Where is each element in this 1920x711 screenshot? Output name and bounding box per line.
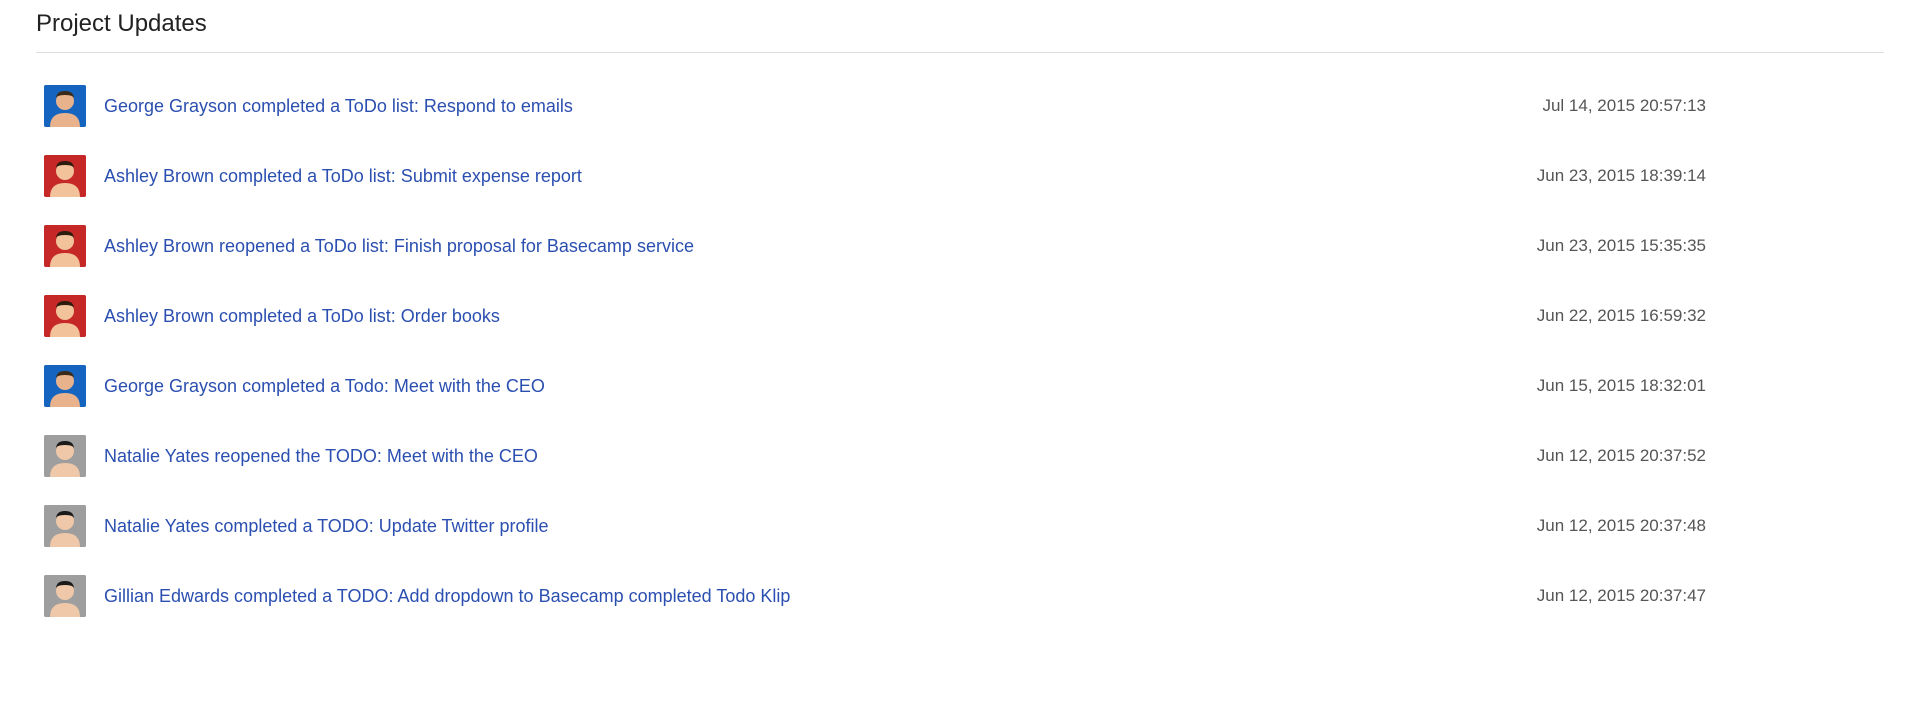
update-row: Ashley Brown reopened a ToDo list: Finis… bbox=[44, 211, 1876, 281]
update-timestamp: Jun 23, 2015 15:35:35 bbox=[1537, 236, 1706, 256]
avatar bbox=[44, 295, 86, 337]
widget-title: Project Updates bbox=[36, 10, 1884, 44]
avatar bbox=[44, 505, 86, 547]
update-summary-link[interactable]: Gillian Edwards completed a TODO: Add dr… bbox=[104, 586, 1513, 607]
update-summary-link[interactable]: Ashley Brown completed a ToDo list: Orde… bbox=[104, 306, 1513, 327]
update-list: George Grayson completed a ToDo list: Re… bbox=[36, 71, 1884, 631]
update-summary-link[interactable]: Natalie Yates reopened the TODO: Meet wi… bbox=[104, 446, 1513, 467]
update-timestamp: Jun 15, 2015 18:32:01 bbox=[1537, 376, 1706, 396]
update-summary-link[interactable]: Natalie Yates completed a TODO: Update T… bbox=[104, 516, 1513, 537]
update-row: George Grayson completed a ToDo list: Re… bbox=[44, 71, 1876, 141]
update-timestamp: Jun 12, 2015 20:37:47 bbox=[1537, 586, 1706, 606]
update-row: Ashley Brown completed a ToDo list: Orde… bbox=[44, 281, 1876, 351]
divider bbox=[36, 52, 1884, 53]
update-timestamp: Jul 14, 2015 20:57:13 bbox=[1542, 96, 1706, 116]
update-timestamp: Jun 12, 2015 20:37:52 bbox=[1537, 446, 1706, 466]
update-row: Natalie Yates reopened the TODO: Meet wi… bbox=[44, 421, 1876, 491]
avatar bbox=[44, 85, 86, 127]
update-summary-link[interactable]: George Grayson completed a ToDo list: Re… bbox=[104, 96, 1518, 117]
update-row: Natalie Yates completed a TODO: Update T… bbox=[44, 491, 1876, 561]
update-row: Gillian Edwards completed a TODO: Add dr… bbox=[44, 561, 1876, 631]
project-updates-widget: Project Updates George Grayson completed… bbox=[0, 0, 1920, 651]
avatar bbox=[44, 365, 86, 407]
update-row: Ashley Brown completed a ToDo list: Subm… bbox=[44, 141, 1876, 211]
update-timestamp: Jun 12, 2015 20:37:48 bbox=[1537, 516, 1706, 536]
avatar bbox=[44, 575, 86, 617]
update-timestamp: Jun 23, 2015 18:39:14 bbox=[1537, 166, 1706, 186]
avatar bbox=[44, 225, 86, 267]
avatar bbox=[44, 155, 86, 197]
update-summary-link[interactable]: George Grayson completed a Todo: Meet wi… bbox=[104, 376, 1513, 397]
update-row: George Grayson completed a Todo: Meet wi… bbox=[44, 351, 1876, 421]
avatar bbox=[44, 435, 86, 477]
update-summary-link[interactable]: Ashley Brown completed a ToDo list: Subm… bbox=[104, 166, 1513, 187]
update-summary-link[interactable]: Ashley Brown reopened a ToDo list: Finis… bbox=[104, 236, 1513, 257]
update-timestamp: Jun 22, 2015 16:59:32 bbox=[1537, 306, 1706, 326]
